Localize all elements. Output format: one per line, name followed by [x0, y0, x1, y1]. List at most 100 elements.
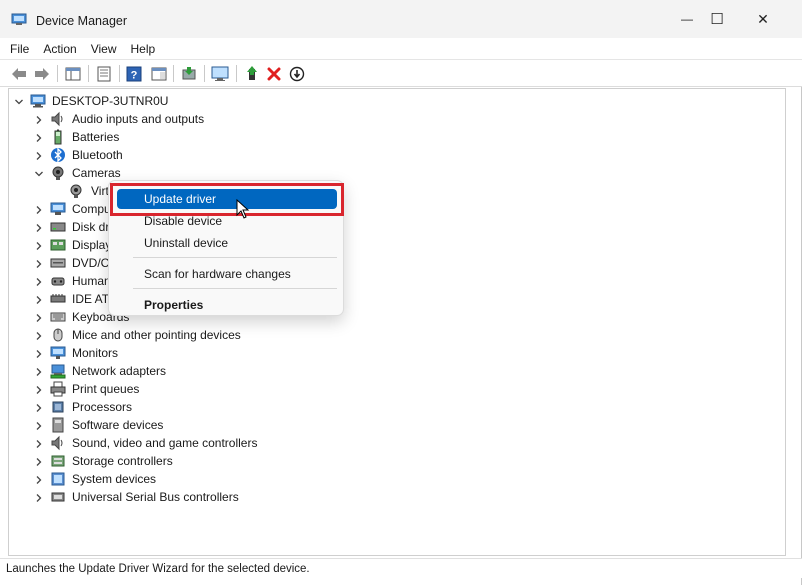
chevron-down-icon[interactable] [34, 168, 44, 178]
tree-category-label: DVD/C [72, 256, 110, 270]
minimize-icon: — [681, 12, 693, 26]
tree-category-label: Batteries [72, 130, 120, 144]
view-toolbar-button[interactable] [149, 64, 169, 83]
chevron-right-icon[interactable] [34, 150, 44, 160]
tree-category-label: Bluetooth [72, 148, 123, 162]
tree-category-node[interactable]: Network adapters [9, 362, 769, 380]
tree-category-node[interactable]: Mice and other pointing devices [9, 326, 769, 344]
bluetooth-icon [50, 147, 66, 163]
ide-icon [50, 291, 66, 307]
chevron-right-icon[interactable] [34, 132, 44, 142]
toolbar-separator [119, 65, 120, 82]
forward-button[interactable] [32, 64, 52, 83]
enable-device-toolbar-button[interactable] [242, 64, 262, 83]
tree-category-node[interactable]: Sound, video and game controllers [9, 434, 769, 452]
chevron-right-icon[interactable] [34, 222, 44, 232]
help-toolbar-button[interactable]: ? [124, 64, 144, 83]
chevron-right-icon[interactable] [34, 420, 44, 430]
tree-category-label: Universal Serial Bus controllers [72, 490, 239, 504]
tree-category-label: Compu [72, 202, 111, 216]
toolbar: ? [0, 60, 802, 87]
tree-category-node[interactable]: Software devices [9, 416, 769, 434]
chevron-right-icon[interactable] [34, 330, 44, 340]
storage-icon [50, 453, 66, 469]
disable-device-toolbar-button[interactable] [287, 64, 307, 83]
chevron-right-icon[interactable] [34, 348, 44, 358]
chevron-right-icon[interactable] [34, 456, 44, 466]
tree-category-label: Mice and other pointing devices [72, 328, 241, 342]
chevron-right-icon[interactable] [34, 204, 44, 214]
help-icon: ? [126, 66, 142, 81]
computer-icon [50, 201, 66, 217]
chevron-right-icon[interactable] [34, 402, 44, 412]
toolbar-separator [57, 65, 58, 82]
context-menu-properties[interactable]: Properties [117, 295, 337, 315]
chevron-right-icon[interactable] [34, 276, 44, 286]
menu-help[interactable]: Help [124, 38, 163, 60]
context-menu-separator [133, 288, 337, 289]
close-button[interactable]: ✕ [740, 0, 786, 38]
svg-text:?: ? [131, 69, 138, 81]
device-manager-window: Device Manager — ☐ ✕ File Action View He… [0, 0, 802, 585]
tree-category-label: Cameras [72, 166, 121, 180]
tree-category-node[interactable]: System devices [9, 470, 769, 488]
uninstall-device-toolbar-button[interactable] [264, 64, 284, 83]
tree-category-node[interactable]: Universal Serial Bus controllers [9, 488, 769, 506]
delete-x-icon [267, 67, 281, 80]
tree-category-node[interactable]: Audio inputs and outputs [9, 110, 769, 128]
chevron-right-icon[interactable] [34, 114, 44, 124]
maximize-button[interactable]: ☐ [694, 0, 740, 38]
tree-root-node[interactable]: DESKTOP-3UTNR0U [9, 92, 769, 110]
tree-category-node[interactable]: Print queues [9, 380, 769, 398]
tree-category-label: Disk dr [72, 220, 110, 234]
show-hide-console-tree-button[interactable] [63, 64, 83, 83]
webcam-icon [68, 183, 84, 199]
toolbar-separator [204, 65, 205, 82]
chevron-right-icon[interactable] [34, 384, 44, 394]
properties-toolbar-button[interactable] [94, 64, 114, 83]
enable-device-icon [247, 65, 257, 80]
tree-category-label: System devices [72, 472, 157, 486]
chevron-right-icon[interactable] [34, 240, 44, 250]
console-tree-icon [65, 67, 81, 80]
menu-view[interactable]: View [84, 38, 124, 60]
menu-action[interactable]: Action [36, 38, 83, 60]
usb-icon [50, 489, 66, 505]
chevron-right-icon[interactable] [34, 366, 44, 376]
tree-category-node[interactable]: Batteries [9, 128, 769, 146]
tree-category-label: Audio inputs and outputs [72, 112, 205, 126]
scan-hardware-toolbar-button[interactable] [210, 64, 230, 83]
chevron-right-icon[interactable] [34, 294, 44, 304]
update-driver-toolbar-button[interactable] [179, 64, 199, 83]
display-adapter-icon [50, 237, 66, 253]
system-device-icon [50, 471, 66, 487]
tree-scrollbar[interactable] [771, 89, 785, 555]
mouse-icon [50, 327, 66, 343]
device-tree: DESKTOP-3UTNR0U Audio inputs and outputs… [8, 88, 786, 556]
tree-category-label: Storage controllers [72, 454, 173, 468]
speaker-icon [50, 435, 66, 451]
processor-icon [50, 399, 66, 415]
tree-category-node[interactable]: Bluetooth [9, 146, 769, 164]
dvd-icon [50, 255, 66, 271]
chevron-right-icon[interactable] [34, 474, 44, 484]
menu-file[interactable]: File [0, 38, 36, 60]
hid-icon [50, 273, 66, 289]
tree-category-node[interactable]: Storage controllers [9, 452, 769, 470]
chevron-right-icon[interactable] [34, 258, 44, 268]
chevron-right-icon[interactable] [34, 312, 44, 322]
tree-category-node[interactable]: Processors [9, 398, 769, 416]
tree-category-label: Sound, video and game controllers [72, 436, 258, 450]
software-device-icon [50, 417, 66, 433]
chevron-down-icon[interactable] [14, 96, 24, 106]
chevron-right-icon[interactable] [34, 492, 44, 502]
context-menu-separator [133, 257, 337, 258]
tree-category-node[interactable]: Monitors [9, 344, 769, 362]
chevron-right-icon[interactable] [34, 438, 44, 448]
status-bar: Launches the Update Driver Wizard for th… [0, 558, 802, 578]
context-menu-scan-hardware[interactable]: Scan for hardware changes [117, 264, 337, 284]
tree-category-label: Processors [72, 400, 133, 414]
context-menu-uninstall-device[interactable]: Uninstall device [117, 233, 337, 253]
back-button[interactable] [9, 64, 29, 83]
properties-sheet-icon [97, 66, 111, 81]
